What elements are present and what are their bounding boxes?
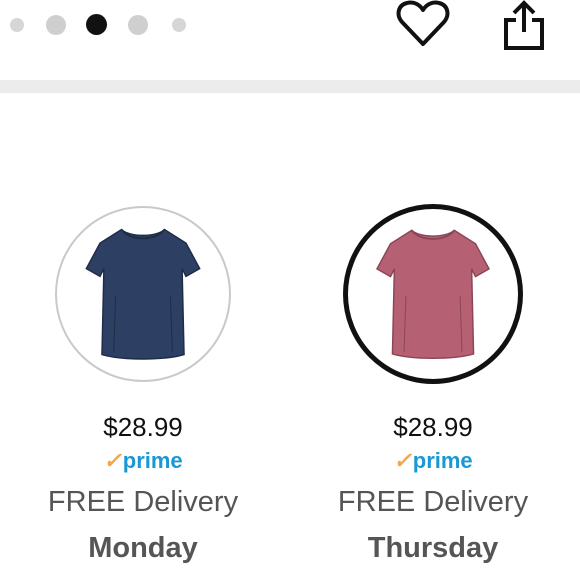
prime-badge: ✓prime: [290, 448, 576, 474]
prime-label: prime: [122, 448, 183, 473]
delivery-label: FREE Delivery: [47, 486, 239, 518]
delivery-day: Monday: [88, 532, 198, 564]
color-variant-option-selected[interactable]: $28.99 ✓prime FREE Delivery Thursday: [290, 200, 580, 580]
heart-outline-icon: [396, 0, 450, 46]
share-icon: [504, 0, 544, 50]
variant-price: $28.99: [103, 412, 183, 442]
delivery-day: Thursday: [367, 532, 499, 564]
color-variant-option[interactable]: $28.99 ✓prime FREE Delivery Monday: [0, 200, 290, 580]
color-swatch[interactable]: [55, 206, 231, 382]
carousel-pagination[interactable]: [8, 13, 198, 37]
tshirt-body: [376, 229, 490, 359]
prime-check-icon: ✓: [103, 448, 122, 473]
variant-price: $28.99: [393, 412, 473, 442]
carousel-dot[interactable]: [46, 15, 66, 35]
tshirt-image: [376, 229, 490, 359]
tshirt-image: [85, 228, 201, 360]
carousel-dot[interactable]: [10, 18, 24, 32]
share-button[interactable]: [500, 0, 548, 52]
color-swatch[interactable]: [343, 204, 523, 384]
prime-badge: ✓prime: [0, 448, 286, 474]
carousel-dot[interactable]: [172, 18, 186, 32]
carousel-dot-active[interactable]: [86, 14, 107, 35]
prime-label: prime: [412, 448, 473, 473]
favorite-button[interactable]: [396, 0, 450, 48]
section-divider: [0, 80, 580, 93]
tshirt-body: [85, 228, 201, 360]
carousel-dot[interactable]: [128, 15, 148, 35]
top-bar: [0, 0, 580, 80]
prime-check-icon: ✓: [393, 448, 412, 473]
delivery-label: FREE Delivery: [337, 486, 529, 518]
